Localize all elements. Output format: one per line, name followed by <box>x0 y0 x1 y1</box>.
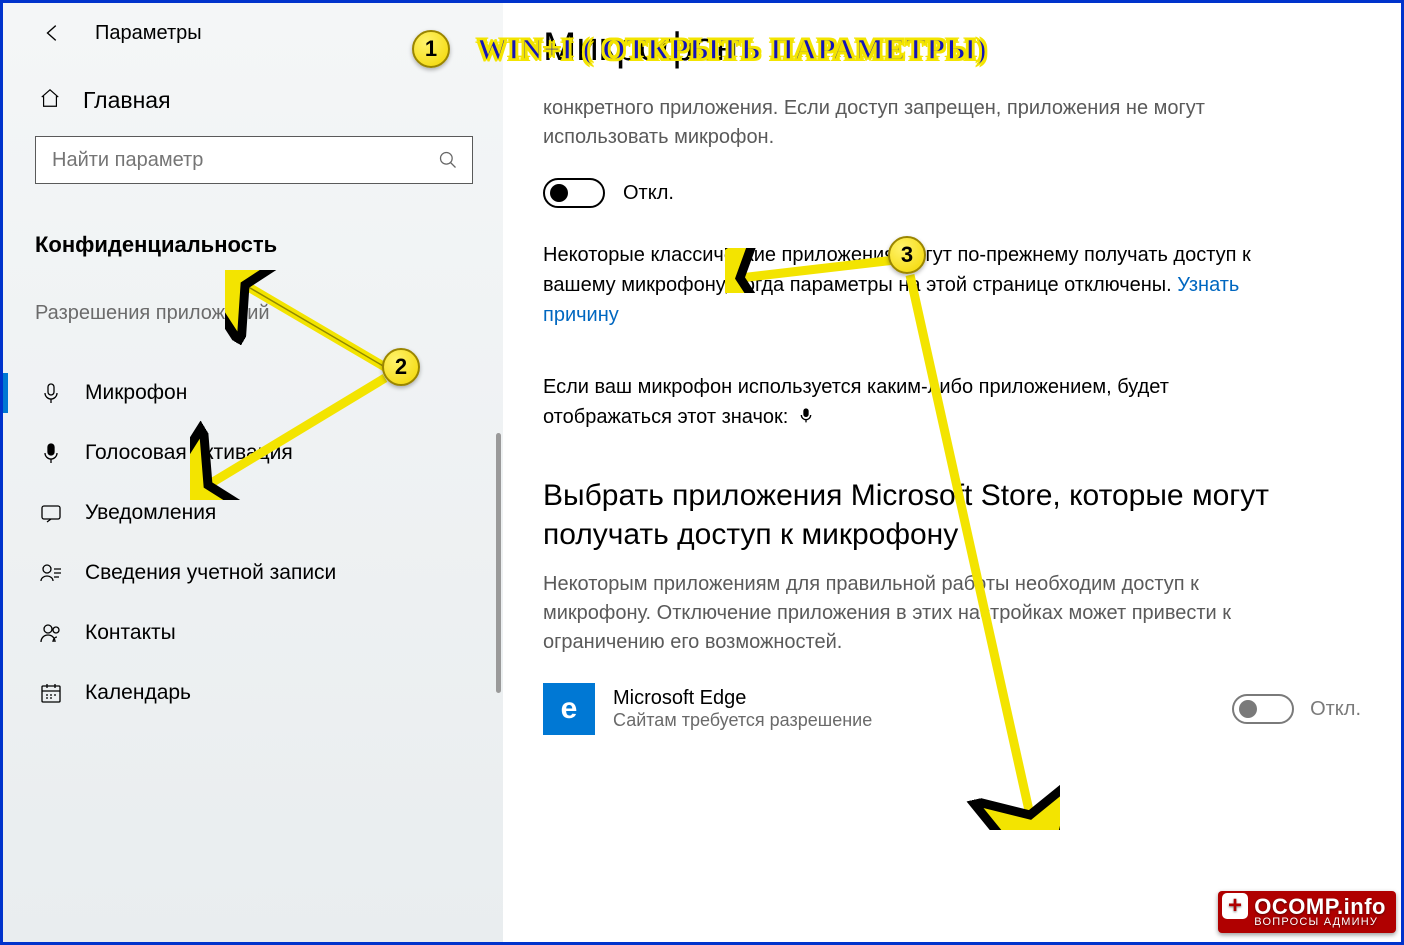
back-button[interactable] <box>41 21 65 45</box>
sidebar-item-label: Контакты <box>85 621 176 645</box>
search-icon <box>424 150 472 170</box>
sidebar-home[interactable]: Главная <box>3 65 503 136</box>
app-toggle-label: Откл. <box>1310 698 1361 721</box>
sidebar-item-account-info[interactable]: Сведения учетной записи <box>3 543 503 603</box>
section-heading-store-apps: Выбрать приложения Microsoft Store, кото… <box>543 476 1283 554</box>
edge-icon: e <box>543 683 595 735</box>
sidebar-item-label: Микрофон <box>85 381 187 405</box>
annotation-badge-3: 3 <box>888 236 926 274</box>
account-icon <box>39 561 63 585</box>
calendar-icon <box>39 681 63 705</box>
home-icon <box>39 87 61 114</box>
sidebar: Параметры Главная Конфиденциальность Раз… <box>3 3 503 942</box>
search-box[interactable] <box>35 136 473 184</box>
mic-in-use-note: Если ваш микрофон используется каким-либ… <box>543 372 1303 434</box>
plus-icon: + <box>1222 893 1248 919</box>
main-panel: Микрофон конкретного приложения. Если до… <box>503 3 1401 942</box>
subsection-title: Разрешения приложений <box>3 270 503 335</box>
sidebar-item-voice-activation[interactable]: Голосовая активация <box>3 423 503 483</box>
sidebar-item-label: Уведомления <box>85 501 216 525</box>
mic-access-toggle-label: Откл. <box>623 182 674 205</box>
app-row-edge: e Microsoft Edge Сайтам требуется разреш… <box>543 683 1361 735</box>
sidebar-item-microphone[interactable]: Микрофон <box>3 363 503 423</box>
app-title: Параметры <box>95 22 202 45</box>
microphone-icon <box>39 381 63 405</box>
sidebar-item-label: Календарь <box>85 681 191 705</box>
sidebar-item-label: Голосовая активация <box>85 441 293 465</box>
scrollbar[interactable] <box>496 433 501 693</box>
notifications-icon <box>39 501 63 525</box>
annotation-badge-1: 1 <box>412 30 450 68</box>
sidebar-item-calendar[interactable]: Календарь <box>3 663 503 723</box>
contacts-icon <box>39 621 63 645</box>
sidebar-item-label: Сведения учетной записи <box>85 561 336 585</box>
store-apps-desc: Некоторым приложениям для правильной раб… <box>543 570 1283 657</box>
mic-access-toggle[interactable] <box>543 178 605 208</box>
sidebar-item-contacts[interactable]: Контакты <box>3 603 503 663</box>
annotation-badge-2: 2 <box>382 348 420 386</box>
app-sub: Сайтам требуется разрешение <box>613 710 1214 731</box>
watermark: + OCOMP.info ВОПРОСЫ АДМИНУ <box>1218 891 1396 933</box>
search-input[interactable] <box>36 149 424 172</box>
sidebar-item-notifications[interactable]: Уведомления <box>3 483 503 543</box>
app-toggle-edge[interactable] <box>1232 694 1294 724</box>
intro-text: конкретного приложения. Если доступ запр… <box>543 94 1283 152</box>
section-title: Конфиденциальность <box>3 202 503 270</box>
app-name: Microsoft Edge <box>613 687 1214 710</box>
home-label: Главная <box>83 87 171 114</box>
annotation-text: WIN+I ( ОТКРЫТЬ ПАРАМЕТРЫ) <box>477 33 988 67</box>
microphone-icon <box>798 404 814 434</box>
microphone-icon <box>39 441 63 465</box>
